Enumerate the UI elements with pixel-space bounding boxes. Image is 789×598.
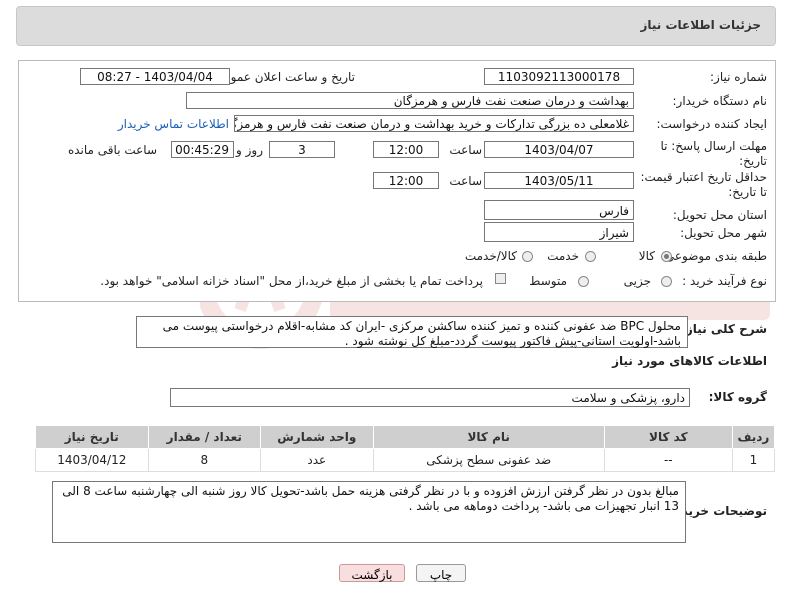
buyer-notes-textarea: مبالغ بدون در نظر گرفتن ارزش افزوده و با… bbox=[52, 481, 686, 543]
city-field: شیراز bbox=[484, 222, 634, 242]
deadline-days-label: روز و bbox=[236, 143, 263, 157]
cell-code: -- bbox=[603, 448, 733, 472]
announce-datetime-field: 1403/04/04 - 08:27 bbox=[80, 68, 230, 85]
buyer-org-label: نام دستگاه خریدار: bbox=[672, 94, 768, 108]
need-number-label: شماره نیاز: bbox=[710, 70, 767, 84]
col-quantity: تعداد / مقدار bbox=[147, 425, 262, 449]
deadline-label: مهلت ارسال پاسخ: تا تاریخ: bbox=[660, 139, 767, 168]
process-radio-minor[interactable] bbox=[661, 276, 672, 287]
need-number-field: 1103092113000178 bbox=[484, 68, 634, 85]
description-label: شرح کلی نیاز: bbox=[681, 322, 767, 336]
cell-quantity: 8 bbox=[147, 448, 262, 472]
cell-unit: عدد bbox=[260, 448, 374, 472]
category-radio-goods-service[interactable] bbox=[522, 251, 533, 262]
goods-table: ردیف کد کالا نام کالا واحد شمارش تعداد /… bbox=[35, 425, 776, 472]
buyer-contact-link[interactable]: اطلاعات تماس خریدار bbox=[118, 117, 229, 131]
treasury-payment-note: پرداخت تمام یا بخشی از مبلغ خرید،از محل … bbox=[100, 274, 483, 288]
cell-name: ضد عفونی سطح پزشکی bbox=[372, 448, 605, 472]
announce-datetime-label: تاریخ و ساعت اعلان عمومی: bbox=[210, 70, 355, 84]
deadline-time-field: 12:00 bbox=[373, 141, 439, 158]
category-radio-goods[interactable] bbox=[661, 251, 672, 262]
panel-header: جزئیات اطلاعات نیاز bbox=[16, 6, 776, 46]
cell-row: 1 bbox=[731, 448, 776, 472]
category-option-goods: کالا bbox=[638, 249, 655, 263]
goods-section-title: اطلاعات کالاهای مورد نیاز bbox=[612, 354, 767, 368]
cell-date: 1403/04/12 bbox=[35, 448, 149, 472]
category-option-service: خدمت bbox=[547, 249, 579, 263]
remaining-time-field: 00:45:29 bbox=[171, 141, 234, 158]
requester-field: غلامعلی ده بزرگی تدارکات و خرید بهداشت و… bbox=[234, 115, 634, 132]
process-option-medium: متوسط bbox=[529, 274, 567, 288]
validity-label: حداقل تاریخ اعتبار قیمت: تا تاریخ: bbox=[640, 170, 767, 199]
deadline-days-field: 3 bbox=[269, 141, 335, 158]
deadline-date-field: 1403/04/07 bbox=[484, 141, 634, 158]
col-date: تاریخ نیاز bbox=[35, 425, 149, 449]
back-button[interactable]: بازگشت bbox=[339, 564, 405, 582]
treasury-payment-checkbox[interactable] bbox=[495, 273, 506, 284]
category-label: طبقه بندی موضوعی: bbox=[660, 249, 767, 263]
validity-time-label: ساعت bbox=[449, 174, 482, 188]
process-option-minor: جزیی bbox=[623, 274, 651, 288]
col-row: ردیف bbox=[731, 425, 776, 449]
col-unit: واحد شمارش bbox=[260, 425, 374, 449]
category-option-goods-service: کالا/خدمت bbox=[464, 249, 517, 263]
validity-time-field: 12:00 bbox=[373, 172, 439, 189]
validity-date-field: 1403/05/11 bbox=[484, 172, 634, 189]
page-title: جزئیات اطلاعات نیاز bbox=[640, 18, 761, 32]
province-label: استان محل تحویل: bbox=[672, 208, 767, 222]
col-name: نام کالا bbox=[372, 425, 605, 449]
requester-label: ایجاد کننده درخواست: bbox=[656, 117, 767, 131]
process-label: نوع فرآیند خرید : bbox=[682, 274, 767, 288]
table-row: 1 -- ضد عفونی سطح پزشکی عدد 8 1403/04/12 bbox=[35, 448, 776, 472]
deadline-time-label: ساعت bbox=[449, 143, 482, 157]
province-field: فارس bbox=[484, 200, 634, 220]
category-radio-service[interactable] bbox=[585, 251, 596, 262]
remaining-time-label: ساعت باقی مانده bbox=[67, 143, 157, 157]
process-radio-medium[interactable] bbox=[578, 276, 589, 287]
goods-group-field: دارو، پزشکی و سلامت bbox=[170, 388, 690, 407]
buyer-org-field: بهداشت و درمان صنعت نفت فارس و هرمزگان bbox=[186, 92, 634, 109]
goods-group-label: گروه کالا: bbox=[708, 390, 767, 404]
goods-table-header: ردیف کد کالا نام کالا واحد شمارش تعداد /… bbox=[35, 425, 776, 449]
description-textarea: محلول BPC ضد عفونی کننده و تمیز کننده سا… bbox=[136, 316, 688, 348]
print-button[interactable]: چاپ bbox=[416, 564, 466, 582]
city-label: شهر محل تحویل: bbox=[680, 226, 767, 240]
col-code: کد کالا bbox=[603, 425, 733, 449]
